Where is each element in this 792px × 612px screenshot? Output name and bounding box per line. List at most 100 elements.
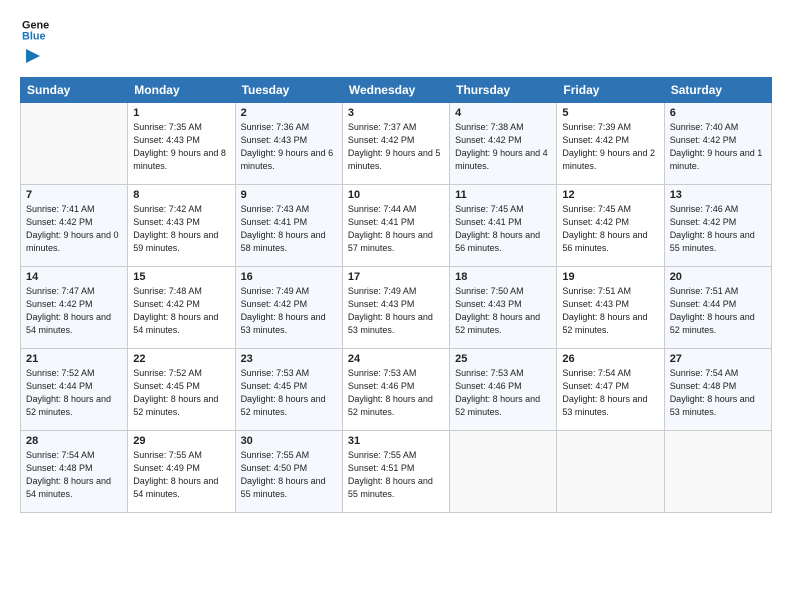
day-info: Sunrise: 7:44 AMSunset: 4:41 PMDaylight:… <box>348 203 444 255</box>
day-info: Sunrise: 7:54 AMSunset: 4:47 PMDaylight:… <box>562 367 658 419</box>
header: General Blue <box>20 16 772 67</box>
day-info: Sunrise: 7:55 AMSunset: 4:49 PMDaylight:… <box>133 449 229 501</box>
day-number: 21 <box>26 353 122 365</box>
day-info: Sunrise: 7:49 AMSunset: 4:42 PMDaylight:… <box>241 285 337 337</box>
logo-icon: General Blue <box>22 16 50 44</box>
week-row-1: 1 Sunrise: 7:35 AMSunset: 4:43 PMDaylight… <box>21 103 772 185</box>
column-header-wednesday: Wednesday <box>342 78 449 103</box>
day-number: 24 <box>348 353 444 365</box>
day-info: Sunrise: 7:45 AMSunset: 4:41 PMDaylight:… <box>455 203 551 255</box>
day-info: Sunrise: 7:35 AMSunset: 4:43 PMDaylight:… <box>133 121 229 173</box>
day-number: 18 <box>455 271 551 283</box>
day-info: Sunrise: 7:49 AMSunset: 4:43 PMDaylight:… <box>348 285 444 337</box>
day-cell: 10 Sunrise: 7:44 AMSunset: 4:41 PMDayligh… <box>342 185 449 267</box>
day-cell: 28 Sunrise: 7:54 AMSunset: 4:48 PMDayligh… <box>21 431 128 513</box>
column-header-friday: Friday <box>557 78 664 103</box>
day-cell: 16 Sunrise: 7:49 AMSunset: 4:42 PMDayligh… <box>235 267 342 349</box>
day-cell: 1 Sunrise: 7:35 AMSunset: 4:43 PMDaylight… <box>128 103 235 185</box>
day-info: Sunrise: 7:41 AMSunset: 4:42 PMDaylight:… <box>26 203 122 255</box>
day-info: Sunrise: 7:40 AMSunset: 4:42 PMDaylight:… <box>670 121 766 173</box>
week-row-4: 21 Sunrise: 7:52 AMSunset: 4:44 PMDayligh… <box>21 349 772 431</box>
day-number: 30 <box>241 435 337 447</box>
day-number: 10 <box>348 189 444 201</box>
day-number: 9 <box>241 189 337 201</box>
calendar-body: 1 Sunrise: 7:35 AMSunset: 4:43 PMDaylight… <box>21 103 772 513</box>
day-cell: 31 Sunrise: 7:55 AMSunset: 4:51 PMDayligh… <box>342 431 449 513</box>
day-info: Sunrise: 7:55 AMSunset: 4:50 PMDaylight:… <box>241 449 337 501</box>
calendar-page: General Blue Su <box>0 0 792 612</box>
day-number: 11 <box>455 189 551 201</box>
day-cell: 8 Sunrise: 7:42 AMSunset: 4:43 PMDaylight… <box>128 185 235 267</box>
day-number: 15 <box>133 271 229 283</box>
day-number: 20 <box>670 271 766 283</box>
day-number: 4 <box>455 107 551 119</box>
day-info: Sunrise: 7:53 AMSunset: 4:46 PMDaylight:… <box>348 367 444 419</box>
day-number: 16 <box>241 271 337 283</box>
day-number: 29 <box>133 435 229 447</box>
day-info: Sunrise: 7:38 AMSunset: 4:42 PMDaylight:… <box>455 121 551 173</box>
day-number: 23 <box>241 353 337 365</box>
day-info: Sunrise: 7:51 AMSunset: 4:43 PMDaylight:… <box>562 285 658 337</box>
day-number: 2 <box>241 107 337 119</box>
day-cell: 7 Sunrise: 7:41 AMSunset: 4:42 PMDaylight… <box>21 185 128 267</box>
day-number: 8 <box>133 189 229 201</box>
day-info: Sunrise: 7:54 AMSunset: 4:48 PMDaylight:… <box>670 367 766 419</box>
day-cell: 11 Sunrise: 7:45 AMSunset: 4:41 PMDayligh… <box>450 185 557 267</box>
day-number: 12 <box>562 189 658 201</box>
day-info: Sunrise: 7:53 AMSunset: 4:45 PMDaylight:… <box>241 367 337 419</box>
day-number: 19 <box>562 271 658 283</box>
day-info: Sunrise: 7:51 AMSunset: 4:44 PMDaylight:… <box>670 285 766 337</box>
day-number: 1 <box>133 107 229 119</box>
day-number: 5 <box>562 107 658 119</box>
day-number: 22 <box>133 353 229 365</box>
column-header-saturday: Saturday <box>664 78 771 103</box>
day-info: Sunrise: 7:52 AMSunset: 4:45 PMDaylight:… <box>133 367 229 419</box>
day-cell: 2 Sunrise: 7:36 AMSunset: 4:43 PMDaylight… <box>235 103 342 185</box>
day-number: 3 <box>348 107 444 119</box>
calendar-table: SundayMondayTuesdayWednesdayThursdayFrid… <box>20 77 772 513</box>
day-cell <box>557 431 664 513</box>
day-number: 26 <box>562 353 658 365</box>
day-cell: 12 Sunrise: 7:45 AMSunset: 4:42 PMDayligh… <box>557 185 664 267</box>
day-cell: 14Sunrise: 7:47 AMSunset: 4:42 PMDayligh… <box>21 267 128 349</box>
day-info: Sunrise: 7:46 AMSunset: 4:42 PMDaylight:… <box>670 203 766 255</box>
column-header-monday: Monday <box>128 78 235 103</box>
day-cell <box>450 431 557 513</box>
day-cell: 29 Sunrise: 7:55 AMSunset: 4:49 PMDayligh… <box>128 431 235 513</box>
day-info: Sunrise: 7:54 AMSunset: 4:48 PMDaylight:… <box>26 449 122 501</box>
day-info: Sunrise: 7:42 AMSunset: 4:43 PMDaylight:… <box>133 203 229 255</box>
day-number: 31 <box>348 435 444 447</box>
day-cell: 6Sunrise: 7:40 AMSunset: 4:42 PMDaylight… <box>664 103 771 185</box>
day-cell: 27 Sunrise: 7:54 AMSunset: 4:48 PMDayligh… <box>664 349 771 431</box>
day-info: Sunrise: 7:36 AMSunset: 4:43 PMDaylight:… <box>241 121 337 173</box>
svg-text:Blue: Blue <box>22 30 46 42</box>
day-number: 17 <box>348 271 444 283</box>
day-cell <box>664 431 771 513</box>
day-cell: 20 Sunrise: 7:51 AMSunset: 4:44 PMDayligh… <box>664 267 771 349</box>
day-info: Sunrise: 7:55 AMSunset: 4:51 PMDaylight:… <box>348 449 444 501</box>
day-number: 28 <box>26 435 122 447</box>
week-row-5: 28 Sunrise: 7:54 AMSunset: 4:48 PMDayligh… <box>21 431 772 513</box>
day-cell: 13Sunrise: 7:46 AMSunset: 4:42 PMDayligh… <box>664 185 771 267</box>
week-row-3: 14Sunrise: 7:47 AMSunset: 4:42 PMDayligh… <box>21 267 772 349</box>
column-header-thursday: Thursday <box>450 78 557 103</box>
day-info: Sunrise: 7:48 AMSunset: 4:42 PMDaylight:… <box>133 285 229 337</box>
column-header-sunday: Sunday <box>21 78 128 103</box>
day-number: 7 <box>26 189 122 201</box>
day-number: 27 <box>670 353 766 365</box>
calendar-header: SundayMondayTuesdayWednesdayThursdayFrid… <box>21 78 772 103</box>
day-info: Sunrise: 7:45 AMSunset: 4:42 PMDaylight:… <box>562 203 658 255</box>
day-number: 25 <box>455 353 551 365</box>
day-cell <box>21 103 128 185</box>
column-header-tuesday: Tuesday <box>235 78 342 103</box>
day-cell: 3 Sunrise: 7:37 AMSunset: 4:42 PMDaylight… <box>342 103 449 185</box>
day-info: Sunrise: 7:52 AMSunset: 4:44 PMDaylight:… <box>26 367 122 419</box>
day-cell: 24 Sunrise: 7:53 AMSunset: 4:46 PMDayligh… <box>342 349 449 431</box>
day-info: Sunrise: 7:37 AMSunset: 4:42 PMDaylight:… <box>348 121 444 173</box>
day-info: Sunrise: 7:50 AMSunset: 4:43 PMDaylight:… <box>455 285 551 337</box>
day-cell: 17 Sunrise: 7:49 AMSunset: 4:43 PMDayligh… <box>342 267 449 349</box>
day-cell: 9Sunrise: 7:43 AMSunset: 4:41 PMDaylight… <box>235 185 342 267</box>
week-row-2: 7 Sunrise: 7:41 AMSunset: 4:42 PMDaylight… <box>21 185 772 267</box>
day-cell: 23 Sunrise: 7:53 AMSunset: 4:45 PMDayligh… <box>235 349 342 431</box>
day-cell: 25Sunrise: 7:53 AMSunset: 4:46 PMDayligh… <box>450 349 557 431</box>
